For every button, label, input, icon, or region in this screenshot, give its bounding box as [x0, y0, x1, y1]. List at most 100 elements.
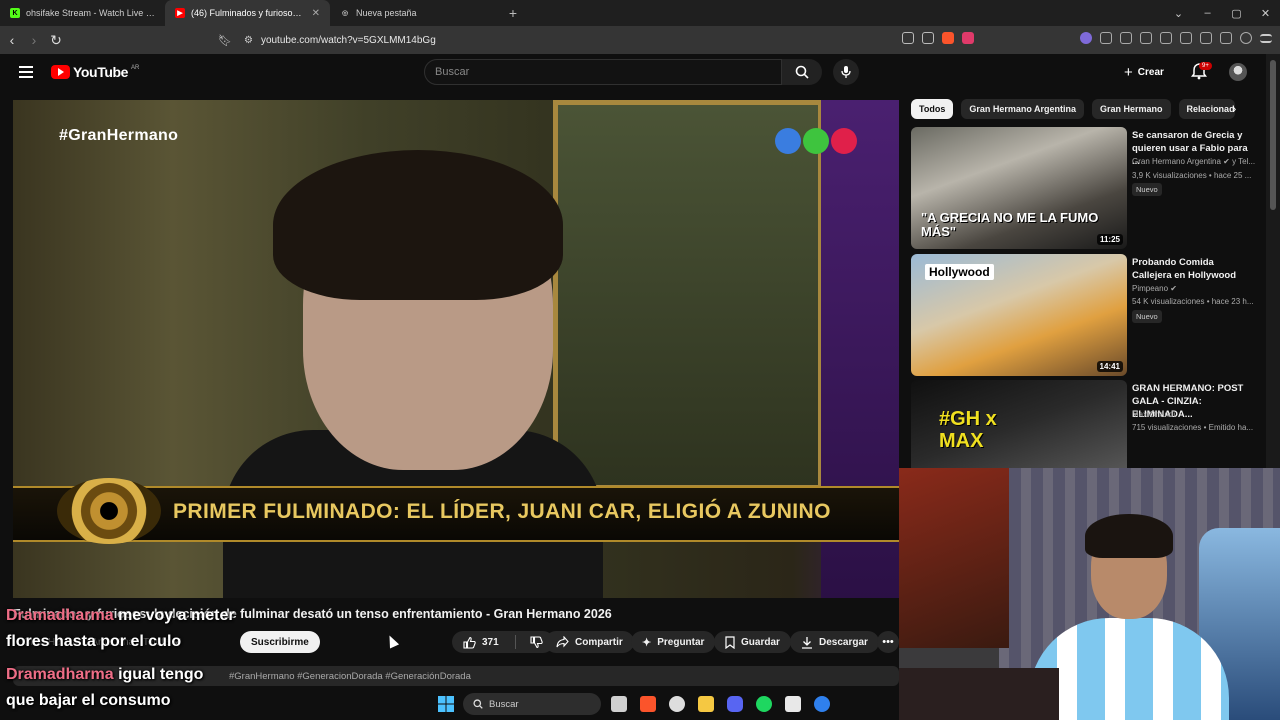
share-icon[interactable] — [922, 32, 934, 44]
create-label: Crear — [1137, 66, 1164, 78]
tab-title: (46) Fulminados y furiosos: la de — [191, 8, 306, 18]
forward-icon[interactable]: › — [24, 32, 44, 48]
video-thumbnail[interactable]: "A GRECIA NO ME LA FUMO MÁS" 11:25 — [911, 127, 1127, 249]
site-info-icon[interactable]: ⚙︎ — [244, 35, 253, 46]
chip-gran-hermano-argentina[interactable]: Gran Hermano Argentina — [961, 99, 1085, 119]
obs-icon[interactable] — [781, 693, 804, 716]
chip-relacionados[interactable]: Relacionad — [1178, 99, 1235, 119]
new-badge: Nuevo — [1132, 310, 1162, 323]
video-thumbnail[interactable]: #GH x MAX — [911, 380, 1127, 468]
extensions-bar — [902, 32, 1272, 44]
recommendation-channel[interactable]: Gran Hermano Argentina ✔ y Tel... — [1132, 157, 1256, 166]
cast-icon[interactable] — [902, 32, 914, 44]
music-icon[interactable] — [1160, 32, 1172, 44]
chip-todos[interactable]: Todos — [911, 99, 954, 119]
sidebar-icon[interactable] — [1180, 32, 1192, 44]
thumbs-down-icon[interactable] — [530, 635, 543, 649]
recommendation-title: Probando Comida Callejera en Hollywood — [1132, 257, 1236, 281]
extension-icon[interactable] — [1100, 32, 1112, 44]
chat-text: flores hasta por el culo — [6, 633, 182, 650]
video-duration: 11:25 — [1096, 234, 1123, 245]
windows-start-icon[interactable] — [434, 693, 457, 716]
page-scrollbar[interactable] — [1266, 54, 1280, 468]
file-explorer-icon[interactable] — [694, 693, 717, 716]
share-button[interactable]: Compartir — [545, 631, 634, 653]
recommendation-item[interactable]: Hollywood 14:41 Probando Comida Callejer… — [911, 254, 1256, 376]
video-player[interactable]: #GranHermano PRIMER FULMINADO: EL LÍDER,… — [13, 100, 899, 598]
vpn-icon[interactable] — [1080, 32, 1092, 44]
mouse-cursor — [384, 633, 400, 649]
thumbnail-text: #GH x MAX — [939, 408, 997, 452]
thumbnail-text: Hollywood — [925, 264, 994, 280]
window-controls: ⌄ – ▢ ✕ — [1164, 0, 1280, 26]
recommendation-item[interactable]: "A GRECIA NO ME LA FUMO MÁS" 11:25 Se ca… — [911, 127, 1256, 249]
streamer-webcam — [899, 468, 1280, 720]
lower-third-text: PRIMER FULMINADO: EL LÍDER, JUANI CAR, E… — [173, 500, 831, 523]
chip-gran-hermano[interactable]: Gran Hermano — [1092, 99, 1171, 119]
video-duration: 14:41 — [1096, 361, 1123, 372]
search-icon — [795, 65, 809, 79]
spotify-icon[interactable] — [752, 693, 775, 716]
puzzle-icon[interactable] — [1120, 32, 1132, 44]
more-actions-icon[interactable]: ••• — [877, 631, 899, 653]
recommendation-channel[interactable]: Max Orlandi — [1132, 410, 1256, 419]
github-icon[interactable] — [665, 693, 688, 716]
save-button[interactable]: Guardar — [714, 631, 791, 653]
minimize-icon[interactable]: – — [1193, 7, 1222, 19]
recommendation-meta: 54 K visualizaciones • hace 23 h... — [1132, 297, 1254, 306]
new-badge: Nuevo — [1132, 183, 1162, 196]
youtube-logo[interactable]: YouTube AR — [51, 64, 139, 80]
plus-icon: + — [1124, 63, 1133, 81]
recommendation-channel[interactable]: Pimpeano ✔ — [1132, 284, 1256, 293]
search-input[interactable]: Buscar — [424, 59, 782, 85]
tab-title: Nueva pestaña — [356, 8, 417, 18]
hamburger-menu-icon[interactable] — [19, 66, 33, 78]
subscribe-button[interactable]: Suscribirme — [240, 631, 320, 653]
tab-youtube[interactable]: ▶ (46) Fulminados y furiosos: la de ✕ — [165, 0, 330, 26]
bookmark-icon[interactable]: 🔖︎ — [218, 34, 232, 47]
chevron-right-icon[interactable]: › — [1232, 101, 1236, 116]
tab-new[interactable]: ◎ Nueva pestaña — [330, 0, 495, 26]
recommendation-meta: 3,9 K visualizaciones • hace 25 ... — [1132, 171, 1252, 180]
like-button[interactable]: 371 — [452, 631, 554, 653]
leo-ai-icon[interactable] — [1220, 32, 1232, 44]
channel-dot — [831, 128, 857, 154]
tab-kick[interactable]: K ohsifake Stream - Watch Live on Kick — [0, 0, 165, 26]
chat-message: Dramadharma igual tengo — [6, 666, 203, 684]
vpn-shield-icon[interactable] — [1240, 32, 1252, 44]
close-tab-icon[interactable]: ✕ — [312, 8, 320, 19]
ask-button[interactable]: ✦ Preguntar — [631, 631, 716, 653]
youtube-play-icon — [51, 65, 70, 79]
wallet-icon[interactable] — [1200, 32, 1212, 44]
tab-list-icon[interactable]: ⌄ — [1164, 7, 1193, 20]
screenshot-icon[interactable] — [1140, 32, 1152, 44]
taskbar-search[interactable]: Buscar — [463, 693, 601, 715]
rewards-icon[interactable] — [962, 32, 974, 44]
close-window-icon[interactable]: ✕ — [1251, 7, 1280, 20]
maximize-icon[interactable]: ▢ — [1222, 7, 1251, 20]
ccleaner-icon[interactable] — [810, 693, 833, 716]
filter-chips: Todos Gran Hermano Argentina Gran Herman… — [911, 99, 1235, 119]
menu-icon[interactable] — [1260, 34, 1272, 43]
address-bar[interactable]: 🔖︎ ⚙︎ youtube.com/watch?v=5GXLMM14bGg — [218, 29, 968, 51]
brave-browser-icon[interactable] — [636, 693, 659, 716]
task-view-icon[interactable] — [607, 693, 630, 716]
discord-icon[interactable] — [723, 693, 746, 716]
thumbs-up-icon — [463, 636, 476, 649]
chat-username: Dramadharma — [6, 607, 114, 624]
download-button[interactable]: Descargar — [790, 631, 879, 653]
recommendation-item[interactable]: #GH x MAX GRAN HERMANO: POST GALA - CINZ… — [911, 380, 1256, 468]
save-label: Guardar — [741, 636, 780, 648]
create-button[interactable]: + Crear — [1124, 62, 1164, 82]
reload-icon[interactable]: ↻ — [46, 32, 66, 49]
download-icon — [802, 636, 812, 649]
gran-hermano-eye-logo — [57, 478, 161, 544]
search-button[interactable] — [782, 59, 822, 85]
brave-shield-icon[interactable] — [942, 32, 954, 44]
back-icon[interactable]: ‹ — [2, 32, 22, 48]
voice-search-button[interactable] — [833, 59, 859, 85]
account-avatar[interactable] — [1229, 63, 1247, 81]
video-thumbnail[interactable]: Hollywood 14:41 — [911, 254, 1127, 376]
new-tab-icon[interactable]: + — [503, 5, 523, 21]
